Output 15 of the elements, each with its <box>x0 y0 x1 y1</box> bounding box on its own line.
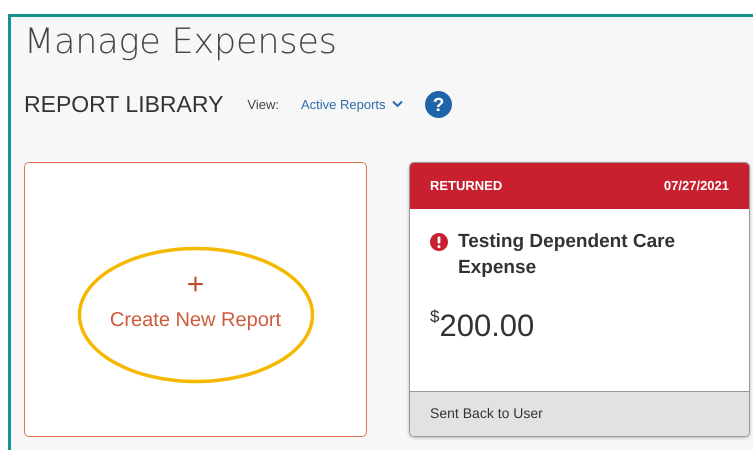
chevron-down-icon <box>392 100 403 108</box>
status-label: RETURNED <box>430 176 502 195</box>
view-label: View: <box>247 96 279 114</box>
help-icon[interactable]: ? <box>424 90 452 118</box>
create-report-link[interactable]: Create New Report <box>110 305 282 335</box>
view-dropdown[interactable]: Active Reports <box>300 94 403 114</box>
report-name: Testing Dependent Care Expense <box>458 230 676 280</box>
section-heading: REPORT LIBRARY <box>24 90 224 119</box>
report-card[interactable]: RETURNED 07/27/2021 Testing Dependent Care Expense $^{$}$200.00 Sent Back to User <box>409 162 750 436</box>
report-date: 07/27/2021 <box>664 176 729 195</box>
add-button[interactable]: + <box>180 269 210 301</box>
report-amount: $^{$}$200.00 <box>430 306 536 344</box>
status-message: Sent Back to User <box>430 404 543 423</box>
page-title: Manage Expenses <box>24 21 338 64</box>
create-report-card[interactable]: + Create New Report <box>24 162 367 436</box>
